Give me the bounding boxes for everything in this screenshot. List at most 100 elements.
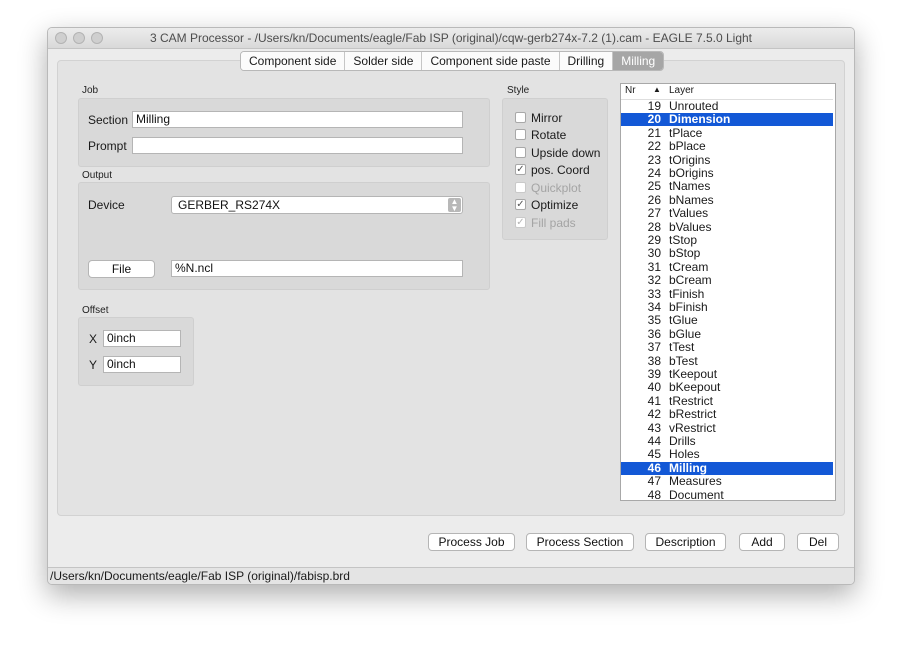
offset-group: X 0inch Y 0inch — [78, 317, 194, 386]
layer-row[interactable]: 42 bRestrict — [621, 408, 833, 421]
tab-component-side[interactable]: Component side — [241, 52, 346, 70]
layer-row[interactable]: 26 bNames — [621, 192, 833, 207]
layer-row[interactable]: 20 Dimension — [621, 113, 833, 127]
layer-number: 22 — [647, 139, 661, 154]
title-bar[interactable]: 3 CAM Processor - /Users/kn/Documents/ea… — [48, 28, 854, 49]
layer-row[interactable]: 28 bValues — [621, 219, 833, 234]
job-group-label: Job — [82, 85, 99, 96]
offset-x-label: X — [89, 332, 98, 346]
description-button[interactable]: Description — [645, 533, 726, 551]
layer-number: 26 — [647, 192, 661, 207]
layer-number: 19 — [647, 99, 661, 113]
layer-number: 36 — [647, 326, 661, 341]
offset-x-input[interactable]: 0inch — [103, 330, 181, 347]
layer-number: 25 — [647, 179, 661, 194]
layer-name: tTest — [669, 340, 695, 355]
process-job-button[interactable]: Process Job — [428, 533, 515, 551]
layer-name: tStop — [669, 233, 698, 247]
layer-row[interactable]: 25 tNames — [621, 180, 833, 193]
upside-down-checkbox[interactable] — [515, 147, 526, 158]
layer-row[interactable]: 37 tTest — [621, 341, 833, 354]
tab-drilling[interactable]: Drilling — [559, 52, 614, 70]
layer-row[interactable]: 33 tFinish — [621, 286, 833, 301]
tab-solder-side[interactable]: Solder side — [345, 52, 423, 70]
layer-name: bKeepout — [669, 380, 721, 395]
layer-name: Milling — [669, 460, 707, 475]
layer-row[interactable]: 40 bKeepout — [621, 381, 833, 394]
layer-number: 23 — [647, 152, 661, 167]
layer-name: bNames — [669, 192, 714, 207]
tab-component-side-paste[interactable]: Component side paste — [422, 52, 560, 70]
window-title: 3 CAM Processor - /Users/kn/Documents/ea… — [149, 31, 753, 45]
layer-name: tCream — [669, 259, 709, 274]
tab-milling[interactable]: Milling — [613, 52, 664, 70]
column-header-layer[interactable]: Layer — [669, 85, 694, 96]
checkmark-icon: ✓ — [516, 164, 525, 175]
layer-row[interactable]: 31 tCream — [621, 259, 833, 274]
layer-row[interactable]: 34 bFinish — [621, 301, 833, 314]
layer-row[interactable]: 19 Unrouted — [621, 100, 833, 113]
process-section-button[interactable]: Process Section — [526, 533, 634, 551]
mirror-label: Mirror — [531, 111, 563, 125]
rotate-checkbox[interactable] — [515, 129, 526, 140]
layer-number: 21 — [647, 125, 661, 140]
layer-row[interactable]: 48 Document — [621, 488, 833, 500]
layer-name: bGlue — [669, 326, 702, 341]
layer-row[interactable]: 38 bTest — [621, 354, 833, 368]
prompt-label: Prompt — [88, 139, 127, 153]
status-bar: /Users/kn/Documents/eagle/Fab ISP (origi… — [48, 567, 854, 584]
layer-name: tNames — [669, 179, 711, 194]
layer-row[interactable]: 29 tStop — [621, 234, 833, 247]
layer-row[interactable]: 36 bGlue — [621, 326, 833, 341]
add-button[interactable]: Add — [739, 533, 785, 551]
layer-row[interactable]: 30 bStop — [621, 247, 833, 260]
layer-number: 33 — [647, 286, 661, 301]
layer-row[interactable]: 23 tOrigins — [621, 152, 833, 167]
del-button[interactable]: Del — [797, 533, 839, 551]
layer-row[interactable]: 32 bCream — [621, 274, 833, 287]
layer-row[interactable]: 46 Milling — [621, 460, 833, 475]
prompt-input[interactable] — [132, 137, 463, 154]
layer-name: tPlace — [669, 125, 703, 140]
layer-row[interactable]: 41 tRestrict — [621, 393, 833, 408]
layer-number: 35 — [647, 313, 661, 328]
layer-list-header: Nr ▲ Layer — [621, 84, 833, 100]
layer-name: bFinish — [669, 300, 708, 314]
layer-row[interactable]: 27 tValues — [621, 207, 833, 220]
sort-ascending-icon[interactable]: ▲ — [653, 85, 661, 94]
output-group: Device GERBER_RS274X ▲ ▼ File %N.ncl — [78, 182, 490, 290]
quickplot-checkbox — [515, 182, 526, 193]
layer-number: 32 — [647, 273, 661, 288]
checkmark-icon: ✓ — [516, 217, 525, 228]
offset-y-input[interactable]: 0inch — [103, 356, 181, 373]
layer-row[interactable]: 47 Measures — [621, 475, 833, 488]
layer-row[interactable]: 21 tPlace — [621, 125, 833, 140]
layer-row[interactable]: 44 Drills — [621, 435, 833, 448]
layer-number: 43 — [647, 420, 661, 435]
checkmark-icon: ✓ — [516, 199, 525, 210]
layer-name: Drills — [669, 434, 696, 448]
output-group-label: Output — [82, 170, 113, 181]
layer-name: tValues — [669, 206, 709, 221]
column-header-nr[interactable]: Nr — [625, 85, 636, 96]
layer-row[interactable]: 39 tKeepout — [621, 368, 833, 381]
layer-row[interactable]: 22 bPlace — [621, 140, 833, 153]
layer-name: bValues — [669, 219, 712, 234]
file-button[interactable]: File — [88, 260, 155, 278]
layer-row[interactable]: 35 tGlue — [621, 314, 833, 327]
updown-arrows-icon: ▲ ▼ — [448, 198, 461, 213]
optimize-label: Optimize — [531, 198, 579, 212]
layer-list[interactable]: Nr ▲ Layer 19 Unrouted 20 Dimension 21 tPlace… — [620, 83, 836, 501]
mirror-checkbox[interactable] — [515, 112, 526, 123]
pos-coord-checkbox[interactable]: ✓ — [515, 164, 526, 175]
layer-row[interactable]: 45 Holes — [621, 448, 833, 461]
optimize-checkbox[interactable]: ✓ — [515, 199, 526, 210]
layer-name: tKeepout — [669, 367, 718, 381]
file-input[interactable]: %N.ncl — [171, 260, 463, 277]
layer-row[interactable]: 43 vRestrict — [621, 420, 833, 435]
device-select[interactable]: GERBER_RS274X ▲ ▼ — [171, 196, 463, 214]
layer-name: tRestrict — [669, 393, 714, 408]
layer-row[interactable]: 24 bOrigins — [621, 167, 833, 180]
layer-number: 29 — [647, 233, 661, 247]
section-input[interactable]: Milling — [132, 111, 463, 128]
